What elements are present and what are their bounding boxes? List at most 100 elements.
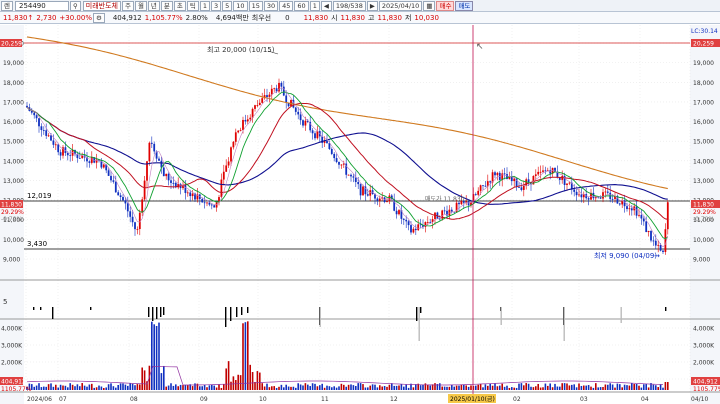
volume-bar [129, 383, 131, 390]
stock-name-field[interactable]: 미래반도체 [82, 0, 121, 11]
buy-button[interactable]: 매수 [436, 0, 455, 11]
interval-1[interactable]: 1 [199, 0, 210, 11]
candle-body [117, 192, 120, 196]
volume-bar [237, 374, 239, 390]
candle-body [426, 221, 429, 223]
period-minute[interactable]: 분 [160, 0, 173, 11]
candle-body [81, 155, 84, 159]
candle-body [482, 185, 484, 187]
scroll-left-icon[interactable]: ◀ [320, 0, 332, 11]
candle-body [328, 143, 331, 149]
volume-bar [520, 383, 523, 390]
stock-code-input[interactable]: 254490 [14, 0, 69, 11]
quote-bar: 11,830 ↑ 2,730 +30.00% ⚙ 404,912 1,105.7… [0, 12, 720, 24]
volume-bar [374, 384, 376, 390]
period-tick[interactable]: 틱 [186, 0, 199, 11]
candle-body [201, 198, 204, 203]
stock-chart[interactable]: 20,00020,00019,00019,00018,00018,00017,0… [0, 25, 720, 404]
amount: 4,694백만 [215, 13, 249, 22]
interval-45[interactable]: 45 [279, 0, 294, 11]
period-second[interactable]: 초 [173, 0, 186, 11]
sub-bar-dark [152, 307, 154, 321]
volume-bar [319, 385, 321, 390]
candle-body [213, 205, 216, 208]
volume-bar [314, 383, 316, 390]
candle-body [657, 244, 660, 246]
sub-bar-dark [90, 307, 92, 310]
left-volume-pct-tag: 1105.77% [1, 386, 32, 393]
interval-custom[interactable]: 1 [309, 0, 320, 11]
volume-bar [345, 386, 347, 390]
volume-bar [640, 387, 643, 390]
volume-bar [398, 385, 400, 390]
page-counter: 198/538 [332, 0, 366, 11]
candle-body [294, 107, 297, 112]
volume-bar [100, 386, 103, 390]
volume-bar [295, 387, 297, 390]
high-price-2: 11,830 [377, 13, 402, 22]
candle-body [266, 95, 268, 98]
candle-body [664, 229, 667, 252]
search-icon[interactable]: ⚲ [69, 0, 81, 11]
volume-bar [280, 384, 283, 390]
volume-bar [422, 384, 424, 390]
interval-3[interactable]: 3 [211, 0, 222, 11]
period-year[interactable]: 년 [147, 0, 160, 11]
interval-15[interactable]: 15 [248, 0, 263, 11]
candle-body [153, 143, 156, 152]
candle-body [599, 197, 602, 199]
candle-body [537, 171, 540, 175]
volume-bar [211, 384, 213, 390]
y-tick-left: 15,000 [3, 139, 24, 146]
sub-bar-dark [241, 307, 243, 315]
interval-10[interactable]: 10 [233, 0, 248, 11]
candle-body [237, 130, 240, 133]
sell-button[interactable]: 매도 [455, 0, 474, 11]
right-pct-tag: 29.29% [693, 209, 716, 216]
volume: 404,912 [112, 13, 142, 22]
volume-bar [261, 383, 263, 390]
volume-bar [225, 368, 227, 390]
volume-bar [215, 387, 218, 390]
right-top-tag: 20,259 [693, 41, 714, 48]
volume-bar [611, 384, 614, 390]
volume-bar [263, 386, 266, 390]
interval-60[interactable]: 60 [294, 0, 309, 11]
code-prefix-button[interactable]: 렌 [1, 0, 13, 11]
interval-30[interactable]: 30 [263, 0, 279, 11]
volume-bar [475, 385, 477, 390]
volume-bar [155, 325, 158, 390]
candle-body [314, 133, 316, 139]
volume-bar [597, 387, 599, 390]
vol-tick-left: 2,000K [1, 360, 23, 367]
volume-bar [619, 384, 621, 390]
period-week[interactable]: 주 [121, 0, 134, 11]
volume-bar [412, 387, 415, 390]
priority-value: 0 [285, 13, 290, 22]
settings-icon[interactable]: ⚙ [92, 12, 105, 23]
candle-body [242, 119, 244, 130]
volume-bar [59, 384, 62, 390]
candle-body [362, 186, 364, 196]
volume-bar [463, 384, 465, 390]
y-tick-left: 10,000 [3, 237, 24, 244]
candle-body [249, 117, 252, 120]
candle-body [114, 181, 117, 193]
volume-bar [599, 387, 602, 390]
candle-body [549, 170, 552, 174]
volume-bar [470, 385, 472, 390]
volume-bar [151, 321, 153, 390]
candle-body [417, 224, 420, 231]
date-field[interactable]: 2025/04/10 [378, 0, 423, 11]
candle-body [50, 135, 52, 141]
low-price: 10,030 [414, 13, 439, 22]
period-month[interactable]: 월 [134, 0, 147, 11]
calendar-icon[interactable]: ▦ [423, 0, 436, 11]
candle-body [90, 157, 93, 163]
candle-body [52, 140, 55, 145]
volume-bar [83, 385, 86, 390]
interval-5[interactable]: 5 [222, 0, 233, 11]
candle-body [110, 175, 112, 181]
scroll-right-icon[interactable]: ▶ [366, 0, 378, 11]
candle-body [54, 144, 57, 146]
